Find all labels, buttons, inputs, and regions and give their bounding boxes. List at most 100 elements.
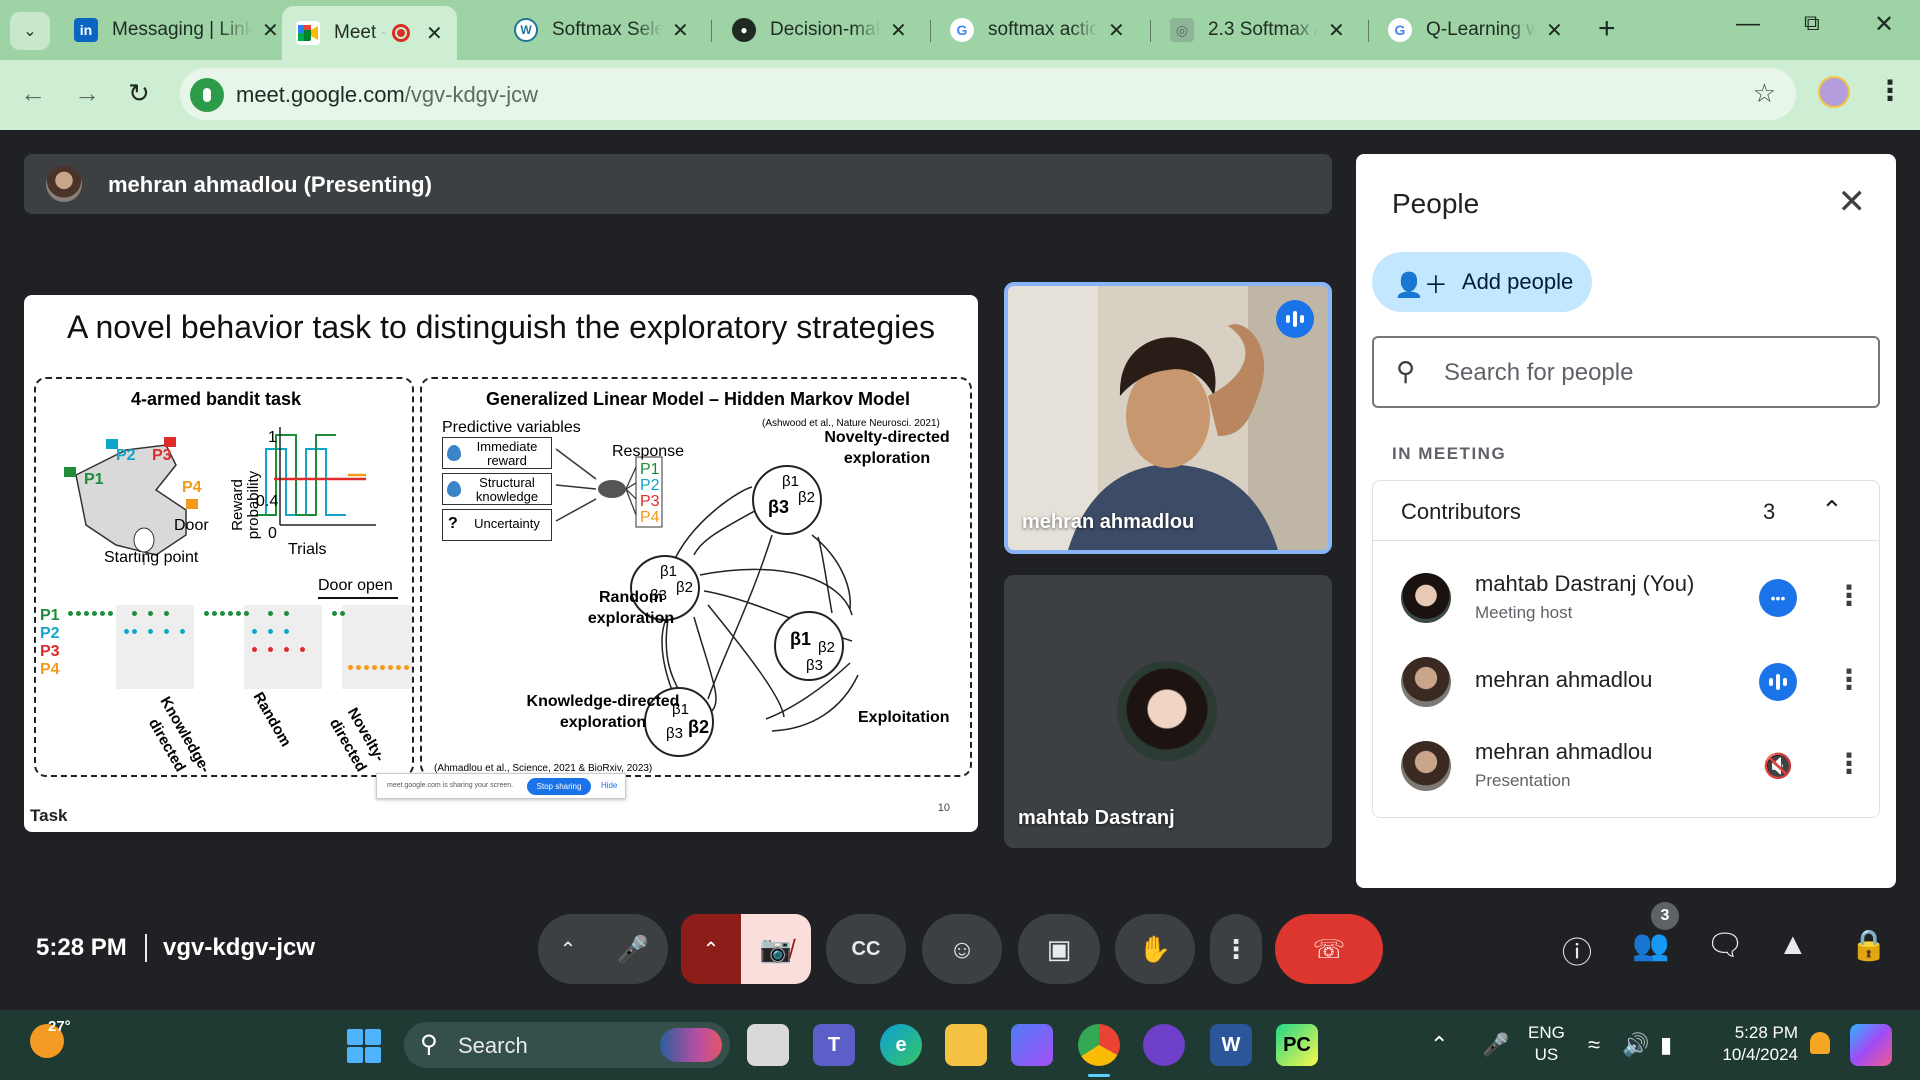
add-people-button[interactable]: 👤＋ Add people: [1372, 252, 1592, 312]
condition-block: [116, 605, 194, 689]
pycharm-icon[interactable]: PC: [1276, 1024, 1318, 1066]
browser-toolbar: ← → ↻ meet.google.com/vgv-kdgv-jcw ☆ ⋮: [0, 60, 1920, 130]
participant-row[interactable]: mehran ahmadlou Presentation 🔇 ⋮: [1373, 725, 1879, 809]
group-count: 3: [1763, 499, 1776, 524]
activities-icon[interactable]: ▲: [1778, 928, 1808, 962]
beta-label: β2: [688, 717, 709, 737]
microphone-in-use-icon[interactable]: 🎤: [1482, 1032, 1509, 1058]
input-language[interactable]: ENG US: [1528, 1022, 1565, 1066]
chat-icon[interactable]: 🗨: [1706, 928, 1744, 963]
new-tab-plus-icon[interactable]: +: [1598, 12, 1616, 46]
forward-arrow-icon[interactable]: →: [74, 78, 100, 109]
tab-search-chevron-icon[interactable]: ⌄: [10, 12, 50, 50]
lang-region: US: [1534, 1045, 1559, 1064]
close-icon[interactable]: ✕: [1328, 18, 1345, 43]
minimize-icon[interactable]: —: [1736, 10, 1760, 38]
teams-icon[interactable]: T: [813, 1024, 855, 1066]
window-close-icon[interactable]: ✕: [1874, 10, 1894, 39]
microphone-button[interactable]: 🎤: [598, 914, 668, 984]
present-button[interactable]: ▣: [1018, 914, 1100, 984]
wifi-icon[interactable]: ≈: [1588, 1032, 1600, 1058]
kebab-menu-icon: ⋮: [1223, 933, 1249, 964]
glm-hmm-panel: Generalized Linear Model – Hidden Markov…: [420, 377, 972, 777]
close-icon[interactable]: ✕: [672, 18, 689, 43]
trial-dot: [132, 629, 137, 634]
participant-row[interactable]: mahtab Dastranj (You) Meeting host ••• ⋮: [1373, 557, 1879, 641]
participant-tile-camera[interactable]: mehran ahmadlou: [1004, 282, 1332, 554]
notification-bell-icon[interactable]: [1810, 1032, 1830, 1054]
meeting-info-icon[interactable]: ⓘ: [1562, 928, 1592, 972]
raise-hand-button[interactable]: ✋: [1115, 914, 1195, 984]
trial-dot: [92, 611, 97, 616]
word-icon[interactable]: W: [1210, 1024, 1252, 1066]
kebab-menu-icon[interactable]: ⋮: [1835, 663, 1863, 696]
participant-row[interactable]: mehran ahmadlou ⋮: [1373, 641, 1879, 725]
host-controls-icon[interactable]: 🔒: [1850, 928, 1887, 963]
hide-link[interactable]: Hide: [601, 781, 617, 790]
close-icon[interactable]: ✕: [1108, 18, 1125, 43]
beta-label: β3: [806, 657, 823, 674]
taskbar-search[interactable]: ⚲ Search: [404, 1022, 730, 1068]
panel-title: People: [1392, 188, 1480, 219]
copilot-pre-icon[interactable]: [1850, 1024, 1892, 1066]
state-novelty: β1 β2 β3: [752, 465, 822, 535]
meeting-code: vgv-kdgv-jcw: [163, 934, 316, 961]
microphone-in-use-icon[interactable]: [190, 78, 224, 112]
close-icon[interactable]: ✕: [1546, 18, 1563, 43]
leave-call-button[interactable]: ☏: [1275, 914, 1383, 984]
kebab-menu-icon[interactable]: ⋮: [1835, 579, 1863, 612]
audio-options-chevron-icon[interactable]: ⌃: [538, 914, 598, 984]
kebab-menu-icon[interactable]: ⋮: [1835, 747, 1863, 780]
address-bar[interactable]: meet.google.com/vgv-kdgv-jcw ☆: [180, 68, 1796, 120]
github-desktop-icon[interactable]: [1143, 1024, 1185, 1066]
camera-toggle-button[interactable]: 📷̸: [741, 914, 811, 984]
show-hidden-icons-chevron-icon[interactable]: ⌃: [1430, 1032, 1448, 1058]
tab-softmax-action[interactable]: ◎ 2.3 Softmax Action ✕: [1156, 8, 1359, 52]
edge-icon[interactable]: e: [880, 1024, 922, 1066]
search-input[interactable]: [1444, 356, 1844, 390]
more-options-icon[interactable]: •••: [1759, 579, 1797, 617]
copilot-icon[interactable]: [1011, 1024, 1053, 1066]
stop-sharing-button[interactable]: Stop sharing: [527, 778, 591, 795]
people-search[interactable]: ⚲: [1372, 336, 1880, 408]
bookmark-star-icon[interactable]: ☆: [1753, 78, 1776, 109]
people-icon[interactable]: 👥: [1632, 928, 1669, 963]
back-arrow-icon[interactable]: ←: [20, 78, 46, 109]
file-explorer-icon[interactable]: [945, 1024, 987, 1066]
profile-avatar[interactable]: [1818, 76, 1850, 108]
captions-button[interactable]: CC: [826, 914, 906, 984]
browser-menu-icon[interactable]: ⋮: [1876, 74, 1904, 107]
trial-dot: [132, 611, 137, 616]
chrome-icon[interactable]: [1078, 1024, 1120, 1066]
start-label: Starting point: [104, 549, 199, 566]
participant-tile-self[interactable]: mahtab Dastranj: [1004, 575, 1332, 848]
chevron-up-icon[interactable]: ⌃: [1821, 495, 1843, 526]
tab-github[interactable]: ● Decision-making ✕: [718, 8, 921, 52]
battery-icon[interactable]: ▮: [1660, 1032, 1672, 1058]
tab-wordpress[interactable]: W Softmax Selection ✕: [500, 8, 703, 52]
trial-dot: [84, 611, 89, 616]
task-view-icon[interactable]: [747, 1024, 789, 1066]
close-icon[interactable]: ✕: [1838, 182, 1867, 222]
tab-divider: [1368, 20, 1369, 42]
close-icon[interactable]: ✕: [426, 21, 443, 46]
door-label: Door: [174, 517, 209, 534]
tab-google-search-softmax[interactable]: G softmax action ✕: [936, 8, 1139, 52]
tab-q-learning[interactable]: G Q-Learning with ✕: [1374, 8, 1577, 52]
url-text[interactable]: meet.google.com/vgv-kdgv-jcw: [236, 82, 538, 108]
tab-google-meet[interactable]: Meet - vgv-kdgv-jcw ✕: [282, 6, 457, 60]
system-clock[interactable]: 5:28 PM 10/4/2024: [1712, 1022, 1798, 1066]
microphone-icon: 🎤: [616, 933, 650, 964]
contributors-header[interactable]: Contributors 3 ⌃: [1373, 481, 1879, 541]
windows-start-icon[interactable]: [347, 1029, 381, 1063]
restore-icon[interactable]: ⧉: [1804, 10, 1820, 36]
video-options-chevron-icon[interactable]: ⌃: [681, 914, 741, 984]
close-icon[interactable]: ✕: [890, 18, 907, 43]
volume-icon[interactable]: 🔊: [1622, 1032, 1649, 1058]
reactions-button[interactable]: ☺: [922, 914, 1002, 984]
google-icon: G: [950, 18, 974, 42]
reload-icon[interactable]: ↻: [128, 78, 150, 109]
tab-linkedin[interactable]: in Messaging | LinkedIn ✕: [60, 8, 293, 52]
close-icon[interactable]: ✕: [262, 18, 279, 43]
more-options-button[interactable]: ⋮: [1210, 914, 1262, 984]
